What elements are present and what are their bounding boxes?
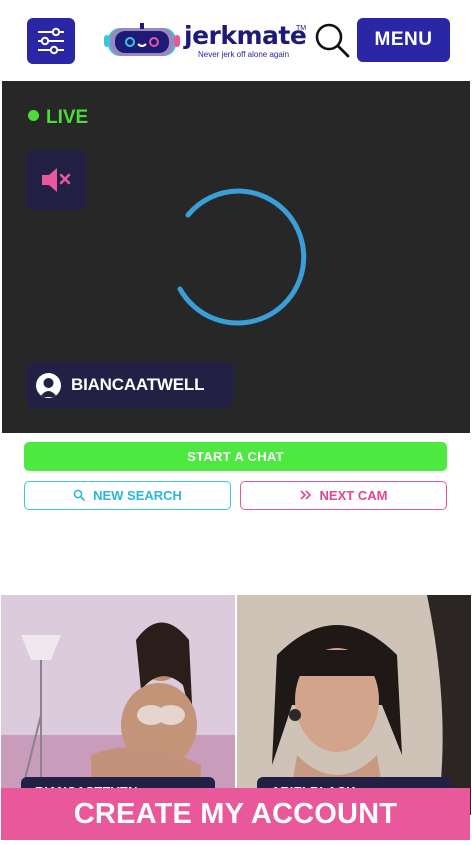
new-search-label: NEW SEARCH xyxy=(93,488,182,503)
model-thumbnail[interactable]: ARIELBLACK xyxy=(237,595,471,815)
next-cam-button[interactable]: NEXT CAM xyxy=(240,481,447,510)
logo-tagline: Never jerk off alone again xyxy=(198,50,290,59)
search-icon xyxy=(73,489,85,501)
new-search-button[interactable]: NEW SEARCH xyxy=(24,481,231,510)
live-label: LIVE xyxy=(46,107,89,128)
menu-button[interactable]: MENU xyxy=(357,18,450,62)
avatar xyxy=(36,373,61,398)
live-indicator: LIVE xyxy=(28,108,88,128)
speaker-muted-icon xyxy=(42,168,71,192)
model-name: BIANCAATWELL xyxy=(71,375,205,394)
video-player[interactable]: LIVE BIANCAATWELL xyxy=(2,81,470,433)
loading-spinner-icon xyxy=(177,188,307,326)
mute-button[interactable] xyxy=(26,150,86,210)
start-chat-button[interactable]: START A CHAT xyxy=(24,442,447,471)
header-search-button[interactable] xyxy=(312,20,352,60)
next-cam-label: NEXT CAM xyxy=(319,488,388,503)
user-silhouette-icon xyxy=(40,378,57,397)
live-dot xyxy=(28,110,39,121)
logo-wordmark: jerkmate xyxy=(184,21,307,50)
robot-logo-icon xyxy=(104,23,180,56)
sliders-icon xyxy=(38,27,64,55)
filter-button[interactable] xyxy=(27,18,75,64)
search-icon xyxy=(315,23,350,58)
model-thumbnail[interactable]: BIANCASTEVEN xyxy=(1,595,235,815)
logo-trademark: TM xyxy=(296,25,307,32)
jerkmate-logo[interactable]: jerkmate TM Never jerk off alone again xyxy=(104,20,308,62)
model-name-tag[interactable]: BIANCAATWELL xyxy=(26,362,233,408)
site-header: jerkmate TM Never jerk off alone again M… xyxy=(0,0,472,80)
create-account-button[interactable]: CREATE MY ACCOUNT xyxy=(1,788,470,840)
double-chevron-right-icon xyxy=(299,490,311,500)
